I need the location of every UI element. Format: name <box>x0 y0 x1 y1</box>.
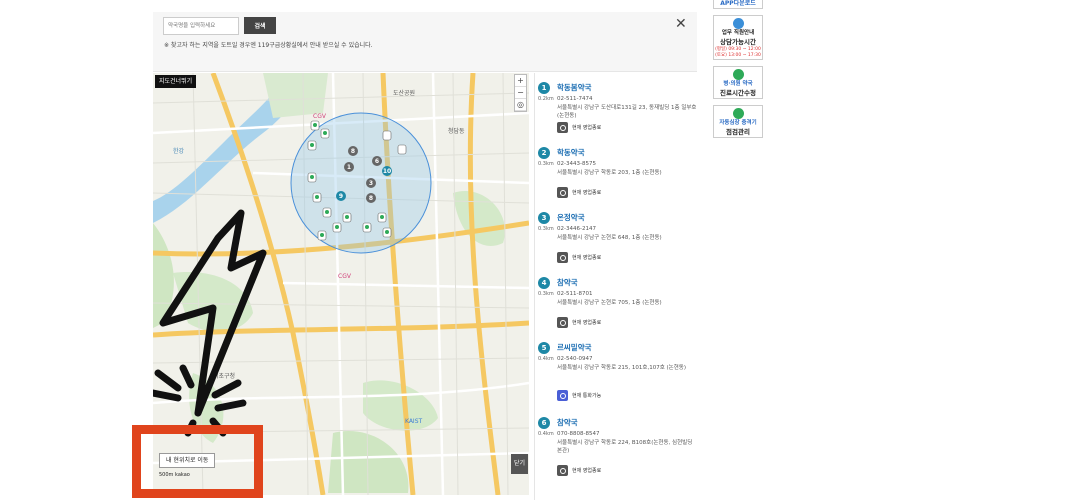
cluster-marker-3[interactable]: 3 <box>369 180 373 187</box>
item-distance: 0.3km <box>538 291 554 297</box>
close-icon[interactable]: ✕ <box>675 17 687 31</box>
item-distance: 0.3km <box>538 161 554 167</box>
clock-icon <box>557 252 568 263</box>
search-radius-circle <box>290 112 432 254</box>
highlight-annotation-box <box>132 425 263 498</box>
consult-time-saturday: (토요) 13:00 ~ 17:30 <box>715 53 761 58</box>
item-number: 1 <box>538 82 550 94</box>
item-number: 3 <box>538 212 550 224</box>
map-label-han-river: 한강 <box>173 147 185 155</box>
item-status: 현재 영업종료 <box>557 122 601 133</box>
item-name[interactable]: 참약국 <box>557 277 578 288</box>
item-phone: 02-540-0947 <box>557 356 593 362</box>
item-status: 현재 통화가능 <box>557 390 601 401</box>
item-status: 현재 영업종료 <box>557 187 601 198</box>
list-item[interactable]: 2 0.3km 학동약국 02-3443-8575 서울특별시 강남구 학동로 … <box>538 141 696 206</box>
clock-icon <box>557 465 568 476</box>
medical-cross-icon <box>732 69 744 80</box>
item-number: 5 <box>538 342 550 354</box>
list-item[interactable]: 4 0.3km 참약국 02-511-8701 서울특별시 강남구 논현로 70… <box>538 271 696 336</box>
clock-icon <box>557 122 568 133</box>
compass-icon[interactable]: ◎ <box>515 99 526 111</box>
panel-divider <box>534 73 535 500</box>
list-item[interactable]: 5 0.4km 르씨밀약국 02-540-0947 서울특별시 강남구 학동로 … <box>538 336 696 411</box>
list-item[interactable]: 6 0.4km 참약국 070-8808-8547 서울특별시 강남구 학동로 … <box>538 411 696 486</box>
item-address: 서울특별시 강남구 논현로 705, 1층 (논현동) <box>557 300 662 306</box>
map-label-park: 도산공원 <box>393 89 415 97</box>
item-distance: 0.4km <box>538 431 554 437</box>
item-name[interactable]: 온정약국 <box>557 212 585 223</box>
cluster-marker-7[interactable]: 8 <box>351 148 355 155</box>
cluster-marker-1[interactable]: 1 <box>347 164 351 171</box>
left-blank-area <box>0 0 153 500</box>
item-address: 서울특별시 강남구 도산대로131길 23, 동재빌딩 1층 일부호 (논현동) <box>557 105 696 119</box>
cluster-marker-10[interactable]: 10 <box>383 168 391 175</box>
item-status: 현재 영업종료 <box>557 317 601 328</box>
item-name[interactable]: 르씨밀약국 <box>557 342 592 353</box>
map-label-cgv: CGV <box>313 113 327 120</box>
close-map-button[interactable]: 닫기 <box>511 454 528 474</box>
aed-banner[interactable]: 자동심장 충격기 점검관리 <box>713 105 763 138</box>
zoom-out-button[interactable]: − <box>515 87 526 99</box>
consult-head: 업무 직원안내 <box>721 30 755 36</box>
item-distance: 0.3km <box>538 226 554 232</box>
item-distance: 0.4km <box>538 356 554 362</box>
item-name[interactable]: 참약국 <box>557 417 578 428</box>
item-distance: 0.2km <box>538 96 554 102</box>
aed-title: 점검관리 <box>726 128 750 136</box>
item-address: 서울특별시 강남구 학동로 215, 101호,107호 (논현동) <box>557 365 686 371</box>
item-phone: 02-511-8701 <box>557 291 593 297</box>
item-number: 4 <box>538 277 550 289</box>
zoom-in-button[interactable]: + <box>515 75 526 87</box>
item-name[interactable]: 학동약국 <box>557 147 585 158</box>
consult-hours-banner[interactable]: 업무 직원안내 상담가능시간 (평일) 09:30 ~ 12:00 (토요) 1… <box>713 15 763 60</box>
map-label-kaist: KAIST <box>405 418 423 425</box>
clock-icon <box>557 187 568 198</box>
list-item[interactable]: 3 0.3km 온정약국 02-3446-2147 서울특별시 강남구 논현로 … <box>538 206 696 271</box>
search-notice: ※ 찾고자 하는 지역을 도트일 경우엔 119구급상황실에서 안내 받으실 수… <box>164 42 373 49</box>
item-number: 6 <box>538 417 550 429</box>
item-status: 현재 영업종료 <box>557 252 601 263</box>
clock-icon <box>557 317 568 328</box>
search-bar: 검색 ※ 찾고자 하는 지역을 도트일 경우엔 119구급상황실에서 안내 받으… <box>153 12 697 72</box>
cluster-marker-9[interactable]: 9 <box>339 193 343 200</box>
item-name[interactable]: 학동봄약국 <box>557 82 592 93</box>
clinic-title: 진료시간수정 <box>720 89 756 97</box>
consult-title: 상담가능시간 <box>720 38 756 46</box>
clock-icon <box>557 390 568 401</box>
clinic-head: 병·의원 약국 <box>723 81 753 87</box>
item-phone: 02-3446-2147 <box>557 226 596 232</box>
skip-map-button[interactable]: 지도건너뛰기 <box>155 75 197 88</box>
search-input[interactable] <box>163 17 239 35</box>
list-item[interactable]: 1 0.2km 학동봄약국 02-511-7474 서울특별시 강남구 도산대로… <box>538 76 696 141</box>
item-phone: 02-3443-8575 <box>557 161 596 167</box>
aed-head: 자동심장 충격기 <box>719 120 757 126</box>
cluster-marker-6[interactable]: 6 <box>375 158 379 165</box>
clinic-hours-banner[interactable]: 병·의원 약국 진료시간수정 <box>713 66 763 99</box>
phone-icon <box>732 18 744 29</box>
item-address: 서울특별시 강남구 논현로 648, 1층 (논현동) <box>557 235 662 241</box>
item-status: 현재 영업종료 <box>557 465 601 476</box>
search-button[interactable]: 검색 <box>244 17 276 34</box>
item-phone: 02-511-7474 <box>557 96 593 102</box>
pharmacy-list: 1 0.2km 학동봄약국 02-511-7474 서울특별시 강남구 도산대로… <box>538 76 696 496</box>
map-label-cgv-2: CGV <box>338 273 352 280</box>
item-address: 서울특별시 강남구 학동로 224, B108호(논현동, 심현빌딩 본관) <box>557 440 693 454</box>
heart-icon <box>732 108 744 119</box>
side-banner: APP다운로드 업무 직원안내 상담가능시간 (평일) 09:30 ~ 12:0… <box>713 0 763 138</box>
app-download-button[interactable]: APP다운로드 <box>713 0 763 9</box>
item-address: 서울특별시 강남구 학동로 203, 1층 (논현동) <box>557 170 662 176</box>
map-label-cheongdam: 청담동 <box>448 128 465 135</box>
item-number: 2 <box>538 147 550 159</box>
cluster-marker-8[interactable]: 8 <box>369 195 373 202</box>
item-phone: 070-8808-8547 <box>557 431 600 437</box>
zoom-control[interactable]: + − ◎ <box>514 74 527 112</box>
